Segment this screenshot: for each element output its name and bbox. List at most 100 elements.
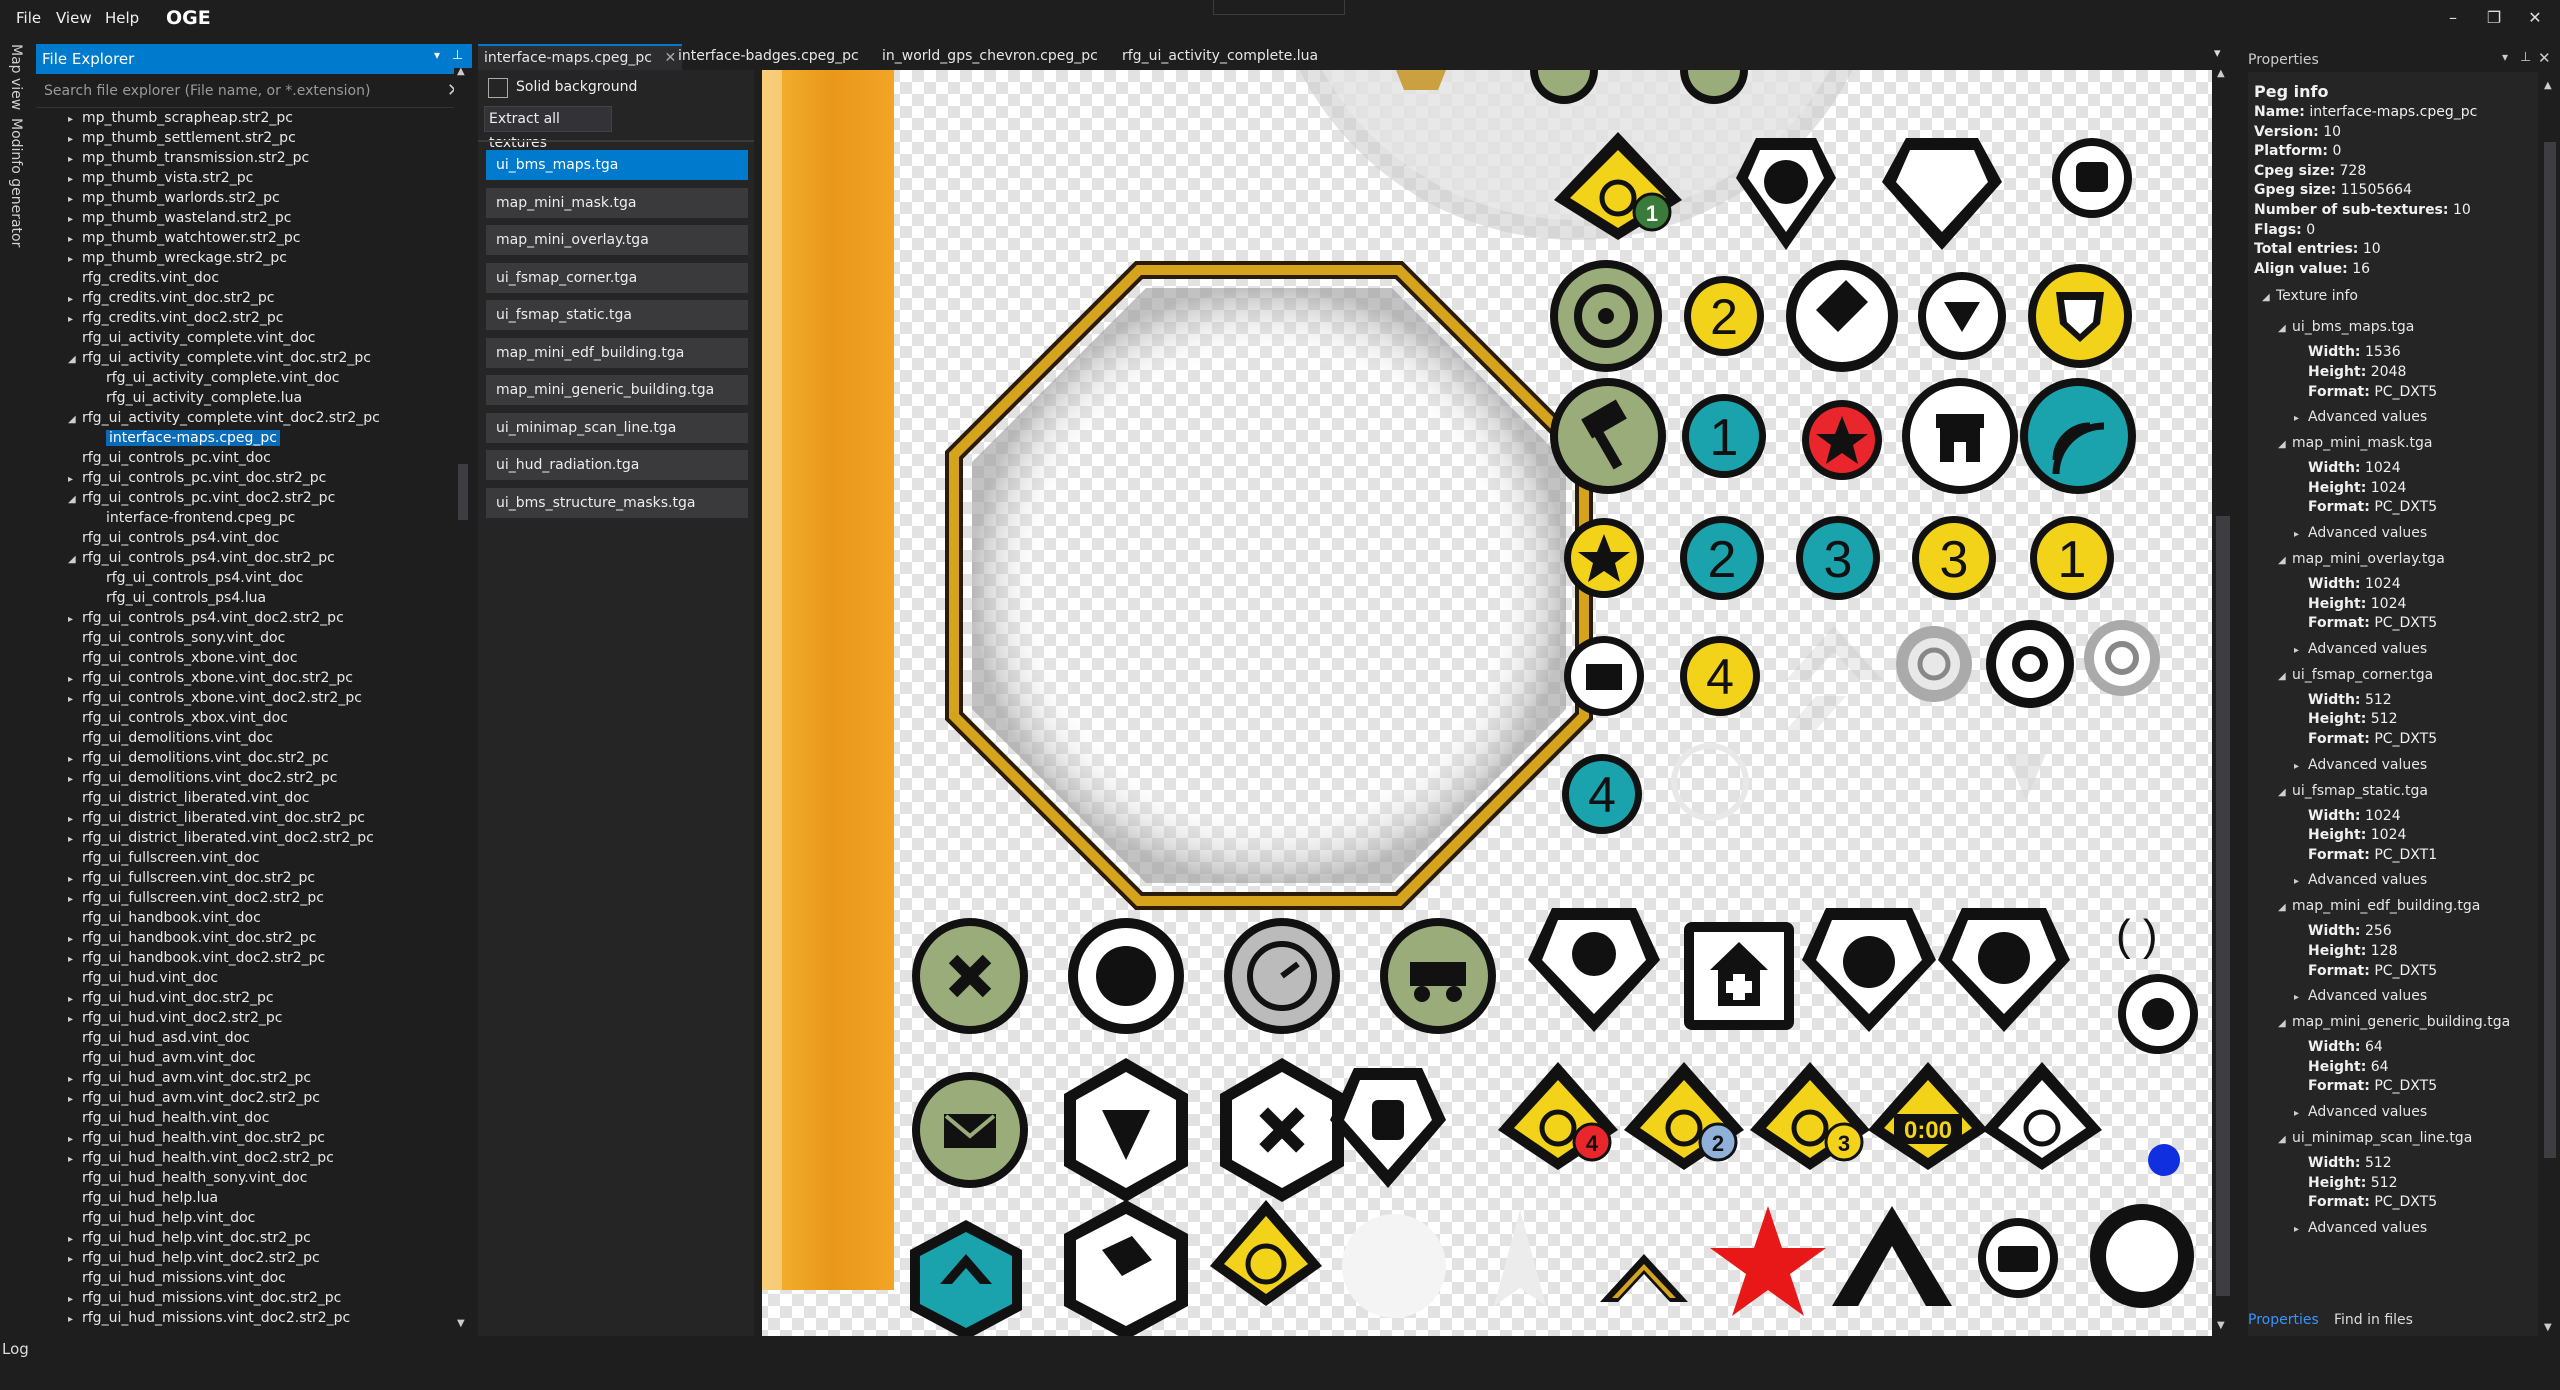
- advanced-values-toggle[interactable]: ▸ Advanced values: [2294, 525, 2427, 541]
- dropdown-icon[interactable]: ▾: [2502, 50, 2508, 64]
- tree-item[interactable]: rfg_ui_handbook.vint_doc: [68, 908, 261, 928]
- restore-button[interactable]: ❐: [2479, 8, 2509, 32]
- search-input[interactable]: [44, 79, 434, 103]
- tree-item[interactable]: ▸ rfg_ui_demolitions.vint_doc.str2_pc: [68, 748, 329, 768]
- expand-icon[interactable]: ▸: [68, 230, 82, 250]
- scroll-up-icon[interactable]: ▲: [457, 66, 465, 77]
- tree-item[interactable]: ▸ rfg_ui_handbook.vint_doc.str2_pc: [68, 928, 316, 948]
- tree-item[interactable]: rfg_ui_controls_pc.vint_doc: [68, 448, 271, 468]
- expand-icon[interactable]: ▸: [68, 670, 82, 690]
- pin-icon[interactable]: ⊥: [2520, 50, 2531, 65]
- texture-info-item[interactable]: ◢ map_mini_generic_building.tga: [2278, 1014, 2510, 1030]
- expand-icon[interactable]: ▸: [2294, 529, 2308, 540]
- tree-item[interactable]: ▸ rfg_ui_fullscreen.vint_doc2.str2_pc: [68, 888, 324, 908]
- tree-item[interactable]: rfg_ui_hud_help.lua: [68, 1188, 218, 1208]
- collapse-icon[interactable]: ◢: [2278, 1018, 2292, 1029]
- expand-icon[interactable]: ▸: [2294, 876, 2308, 887]
- tree-item[interactable]: ▸ rfg_ui_district_liberated.vint_doc2.str…: [68, 828, 374, 848]
- advanced-values-toggle[interactable]: ▸ Advanced values: [2294, 409, 2427, 425]
- tree-item[interactable]: ▸ mp_thumb_vista.str2_pc: [68, 168, 253, 188]
- tree-item[interactable]: ▸ rfg_ui_handbook.vint_doc2.str2_pc: [68, 948, 325, 968]
- menu-file[interactable]: File: [16, 9, 41, 27]
- expand-icon[interactable]: ▸: [68, 610, 82, 630]
- collapse-icon[interactable]: ◢: [2278, 787, 2292, 798]
- tree-item[interactable]: ▸ rfg_ui_hud_health.vint_doc2.str2_pc: [68, 1148, 334, 1168]
- expand-icon[interactable]: ▸: [68, 1150, 82, 1170]
- tree-item[interactable]: rfg_ui_hud.vint_doc: [68, 968, 218, 988]
- tree-item[interactable]: rfg_ui_controls_xbone.vint_doc: [68, 648, 298, 668]
- expand-icon[interactable]: ▸: [68, 930, 82, 950]
- collapse-icon[interactable]: ◢: [2278, 439, 2292, 450]
- tree-item[interactable]: rfg_ui_hud_help.vint_doc: [68, 1208, 255, 1228]
- tab-properties[interactable]: Properties: [2248, 1312, 2319, 1328]
- tree-item[interactable]: ▸ mp_thumb_wreckage.str2_pc: [68, 248, 287, 268]
- expand-icon[interactable]: ▸: [68, 950, 82, 970]
- advanced-values-toggle[interactable]: ▸ Advanced values: [2294, 757, 2427, 773]
- tree-item[interactable]: rfg_ui_hud_health_sony.vint_doc: [68, 1168, 307, 1188]
- texture-list-item[interactable]: ui_bms_maps.tga: [486, 150, 748, 180]
- texture-info-item[interactable]: ◢ ui_bms_maps.tga: [2278, 319, 2414, 335]
- tree-item[interactable]: ▸ rfg_ui_hud_help.vint_doc.str2_pc: [68, 1228, 311, 1248]
- expand-icon[interactable]: ▸: [68, 250, 82, 270]
- tree-item[interactable]: rfg_ui_controls_sony.vint_doc: [68, 628, 285, 648]
- expand-icon[interactable]: ▸: [68, 1290, 82, 1310]
- tree-item[interactable]: ▸ mp_thumb_scrapheap.str2_pc: [68, 108, 293, 128]
- tree-item[interactable]: rfg_ui_controls_xbox.vint_doc: [68, 708, 288, 728]
- tree-item[interactable]: ▸ rfg_ui_hud_help.vint_doc2.str2_pc: [68, 1248, 320, 1268]
- texture-info-item[interactable]: ◢ map_mini_overlay.tga: [2278, 551, 2445, 567]
- expand-icon[interactable]: ▸: [68, 1130, 82, 1150]
- expand-icon[interactable]: ▸: [68, 1090, 82, 1110]
- tree-item[interactable]: rfg_ui_controls_ps4.vint_doc: [92, 568, 303, 588]
- collapse-icon[interactable]: ◢: [68, 490, 82, 510]
- collapse-icon[interactable]: ◢: [2278, 1134, 2292, 1145]
- tree-item[interactable]: rfg_ui_controls_ps4.vint_doc: [68, 528, 279, 548]
- preview-scrollbar[interactable]: ▲ ▼: [2212, 68, 2234, 1336]
- expand-icon[interactable]: ▸: [68, 190, 82, 210]
- tab-activity-complete-lua[interactable]: rfg_ui_activity_complete.lua: [1116, 44, 1324, 70]
- tree-item[interactable]: ▸ rfg_ui_demolitions.vint_doc2.str2_pc: [68, 768, 337, 788]
- scroll-up-icon[interactable]: ▲: [2217, 68, 2225, 79]
- expand-icon[interactable]: ▸: [68, 690, 82, 710]
- collapse-icon[interactable]: ◢: [2278, 902, 2292, 913]
- tab-gps-chevron[interactable]: in_world_gps_chevron.cpeg_pc: [876, 44, 1104, 70]
- advanced-values-toggle[interactable]: ▸ Advanced values: [2294, 1220, 2427, 1236]
- texture-list-item[interactable]: ui_hud_radiation.tga: [486, 450, 748, 480]
- texture-list-item[interactable]: map_mini_generic_building.tga: [486, 375, 748, 405]
- tree-item[interactable]: ▸ rfg_ui_hud_missions.vint_doc2.str2_pc: [68, 1308, 350, 1326]
- expand-icon[interactable]: ▸: [68, 170, 82, 190]
- log-tab[interactable]: Log: [2, 1340, 29, 1358]
- tree-item[interactable]: ▸ mp_thumb_watchtower.str2_pc: [68, 228, 300, 248]
- expand-icon[interactable]: ▸: [68, 1070, 82, 1090]
- collapse-icon[interactable]: ◢: [2278, 671, 2292, 682]
- scroll-thumb[interactable]: [2216, 516, 2230, 1296]
- tree-item[interactable]: rfg_ui_activity_complete.vint_doc: [92, 368, 339, 388]
- tree-item[interactable]: ▸ rfg_ui_fullscreen.vint_doc.str2_pc: [68, 868, 315, 888]
- texture-info-item[interactable]: ◢ map_mini_edf_building.tga: [2278, 898, 2480, 914]
- tree-item[interactable]: rfg_ui_fullscreen.vint_doc: [68, 848, 260, 868]
- tree-item[interactable]: rfg_ui_district_liberated.vint_doc: [68, 788, 309, 808]
- collapse-icon[interactable]: ◢: [2278, 555, 2292, 566]
- expand-icon[interactable]: ▸: [68, 770, 82, 790]
- tree-item[interactable]: ▸ rfg_ui_district_liberated.vint_doc.str2…: [68, 808, 365, 828]
- close-window-button[interactable]: ✕: [2520, 8, 2550, 32]
- texture-info-item[interactable]: ◢ ui_fsmap_static.tga: [2278, 783, 2428, 799]
- texture-list-item[interactable]: map_mini_mask.tga: [486, 187, 748, 218]
- tree-item[interactable]: ◢ rfg_ui_controls_pc.vint_doc2.str2_pc: [68, 488, 335, 508]
- collapse-icon[interactable]: ◢: [68, 550, 82, 570]
- texture-list-item[interactable]: map_mini_edf_building.tga: [486, 337, 748, 368]
- tree-item[interactable]: ▸ mp_thumb_warlords.str2_pc: [68, 188, 280, 208]
- expand-icon[interactable]: ▸: [2294, 645, 2308, 656]
- expand-icon[interactable]: ▸: [68, 1310, 82, 1326]
- texture-info-section[interactable]: ◢ Texture info: [2262, 288, 2358, 304]
- expand-icon[interactable]: ▸: [68, 1010, 82, 1030]
- texture-list-item[interactable]: ui_minimap_scan_line.tga: [486, 412, 748, 443]
- expand-icon[interactable]: ▸: [68, 1230, 82, 1250]
- texture-info-item[interactable]: ◢ ui_fsmap_corner.tga: [2278, 667, 2433, 683]
- tree-item[interactable]: rfg_ui_demolitions.vint_doc: [68, 728, 273, 748]
- collapse-icon[interactable]: ◢: [2262, 292, 2276, 303]
- tree-item[interactable]: ▸ rfg_ui_hud_avm.vint_doc.str2_pc: [68, 1068, 311, 1088]
- expand-icon[interactable]: ▸: [68, 210, 82, 230]
- expand-icon[interactable]: ▸: [68, 290, 82, 310]
- expand-icon[interactable]: ▸: [2294, 1108, 2308, 1119]
- expand-icon[interactable]: ▸: [2294, 761, 2308, 772]
